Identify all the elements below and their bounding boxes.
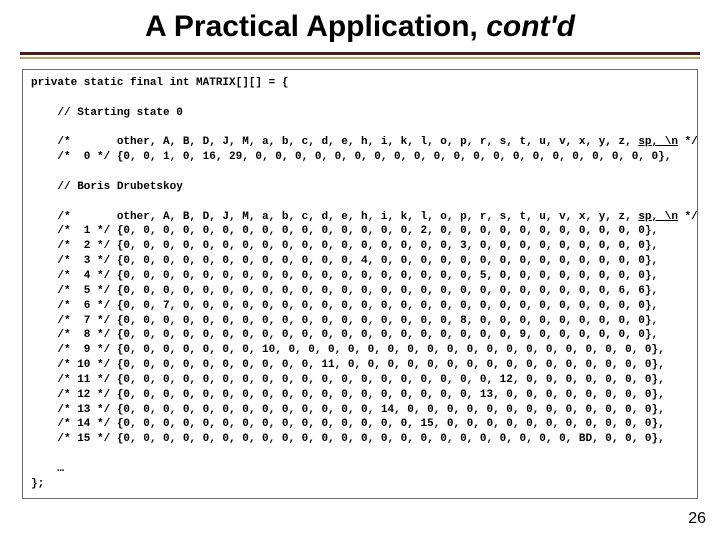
title-rule: [20, 52, 700, 59]
title-block: A Practical Application, cont'd: [0, 0, 720, 48]
code-header2-post: */: [678, 211, 698, 223]
code-row: /* 6 */ {0, 0, 7, 0, 0, 0, 0, 0, 0, 0, 0…: [31, 300, 658, 312]
rule-dark: [20, 52, 700, 55]
page-number: 26: [688, 510, 706, 528]
code-decl: private static final int MATRIX[][] = {: [31, 77, 288, 89]
title-italic: cont'd: [486, 10, 575, 43]
code-header-post: */: [678, 136, 698, 148]
code-box: private static final int MATRIX[][] = { …: [22, 69, 698, 499]
code-row: /* 5 */ {0, 0, 0, 0, 0, 0, 0, 0, 0, 0, 0…: [31, 285, 658, 297]
title-plain: A Practical Application,: [145, 10, 486, 43]
code-header2-underline: sp, \n: [638, 211, 678, 223]
code-row: /* 9 */ {0, 0, 0, 0, 0, 0, 0, 10, 0, 0, …: [31, 344, 665, 356]
code-boris: // Boris Drubetskoy: [31, 181, 183, 193]
code-row: /* 8 */ {0, 0, 0, 0, 0, 0, 0, 0, 0, 0, 0…: [31, 329, 658, 341]
code-close: };: [31, 478, 44, 490]
code-row: /* 12 */ {0, 0, 0, 0, 0, 0, 0, 0, 0, 0, …: [31, 389, 665, 401]
code-header-pre: /* other, A, B, D, J, M, a, b, c, d, e, …: [31, 136, 638, 148]
code-row: /* 10 */ {0, 0, 0, 0, 0, 0, 0, 0, 0, 0, …: [31, 359, 665, 371]
code-row: /* 2 */ {0, 0, 0, 0, 0, 0, 0, 0, 0, 0, 0…: [31, 240, 658, 252]
code-row: /* 14 */ {0, 0, 0, 0, 0, 0, 0, 0, 0, 0, …: [31, 418, 665, 430]
slide-title: A Practical Application, cont'd: [20, 10, 700, 44]
code-row-0: /* 0 */ {0, 0, 1, 0, 16, 29, 0, 0, 0, 0,…: [31, 151, 671, 163]
code-header2-pre: /* other, A, B, D, J, M, a, b, c, d, e, …: [31, 211, 638, 223]
slide: A Practical Application, cont'd private …: [0, 0, 720, 540]
code-header-underline: sp, \n: [638, 136, 678, 148]
code-row: /* 1 */ {0, 0, 0, 0, 0, 0, 0, 0, 0, 0, 0…: [31, 225, 658, 237]
code-row: /* 3 */ {0, 0, 0, 0, 0, 0, 0, 0, 0, 0, 0…: [31, 255, 658, 267]
code-row: /* 7 */ {0, 0, 0, 0, 0, 0, 0, 0, 0, 0, 0…: [31, 315, 658, 327]
rule-light: [20, 57, 700, 59]
code-row: /* 15 */ {0, 0, 0, 0, 0, 0, 0, 0, 0, 0, …: [31, 433, 665, 445]
code-row: /* 4 */ {0, 0, 0, 0, 0, 0, 0, 0, 0, 0, 0…: [31, 270, 658, 282]
code-ellipsis: …: [31, 463, 64, 475]
code-row: /* 11 */ {0, 0, 0, 0, 0, 0, 0, 0, 0, 0, …: [31, 374, 665, 386]
code-start-comment: // Starting state 0: [31, 107, 183, 119]
code-row: /* 13 */ {0, 0, 0, 0, 0, 0, 0, 0, 0, 0, …: [31, 404, 665, 416]
